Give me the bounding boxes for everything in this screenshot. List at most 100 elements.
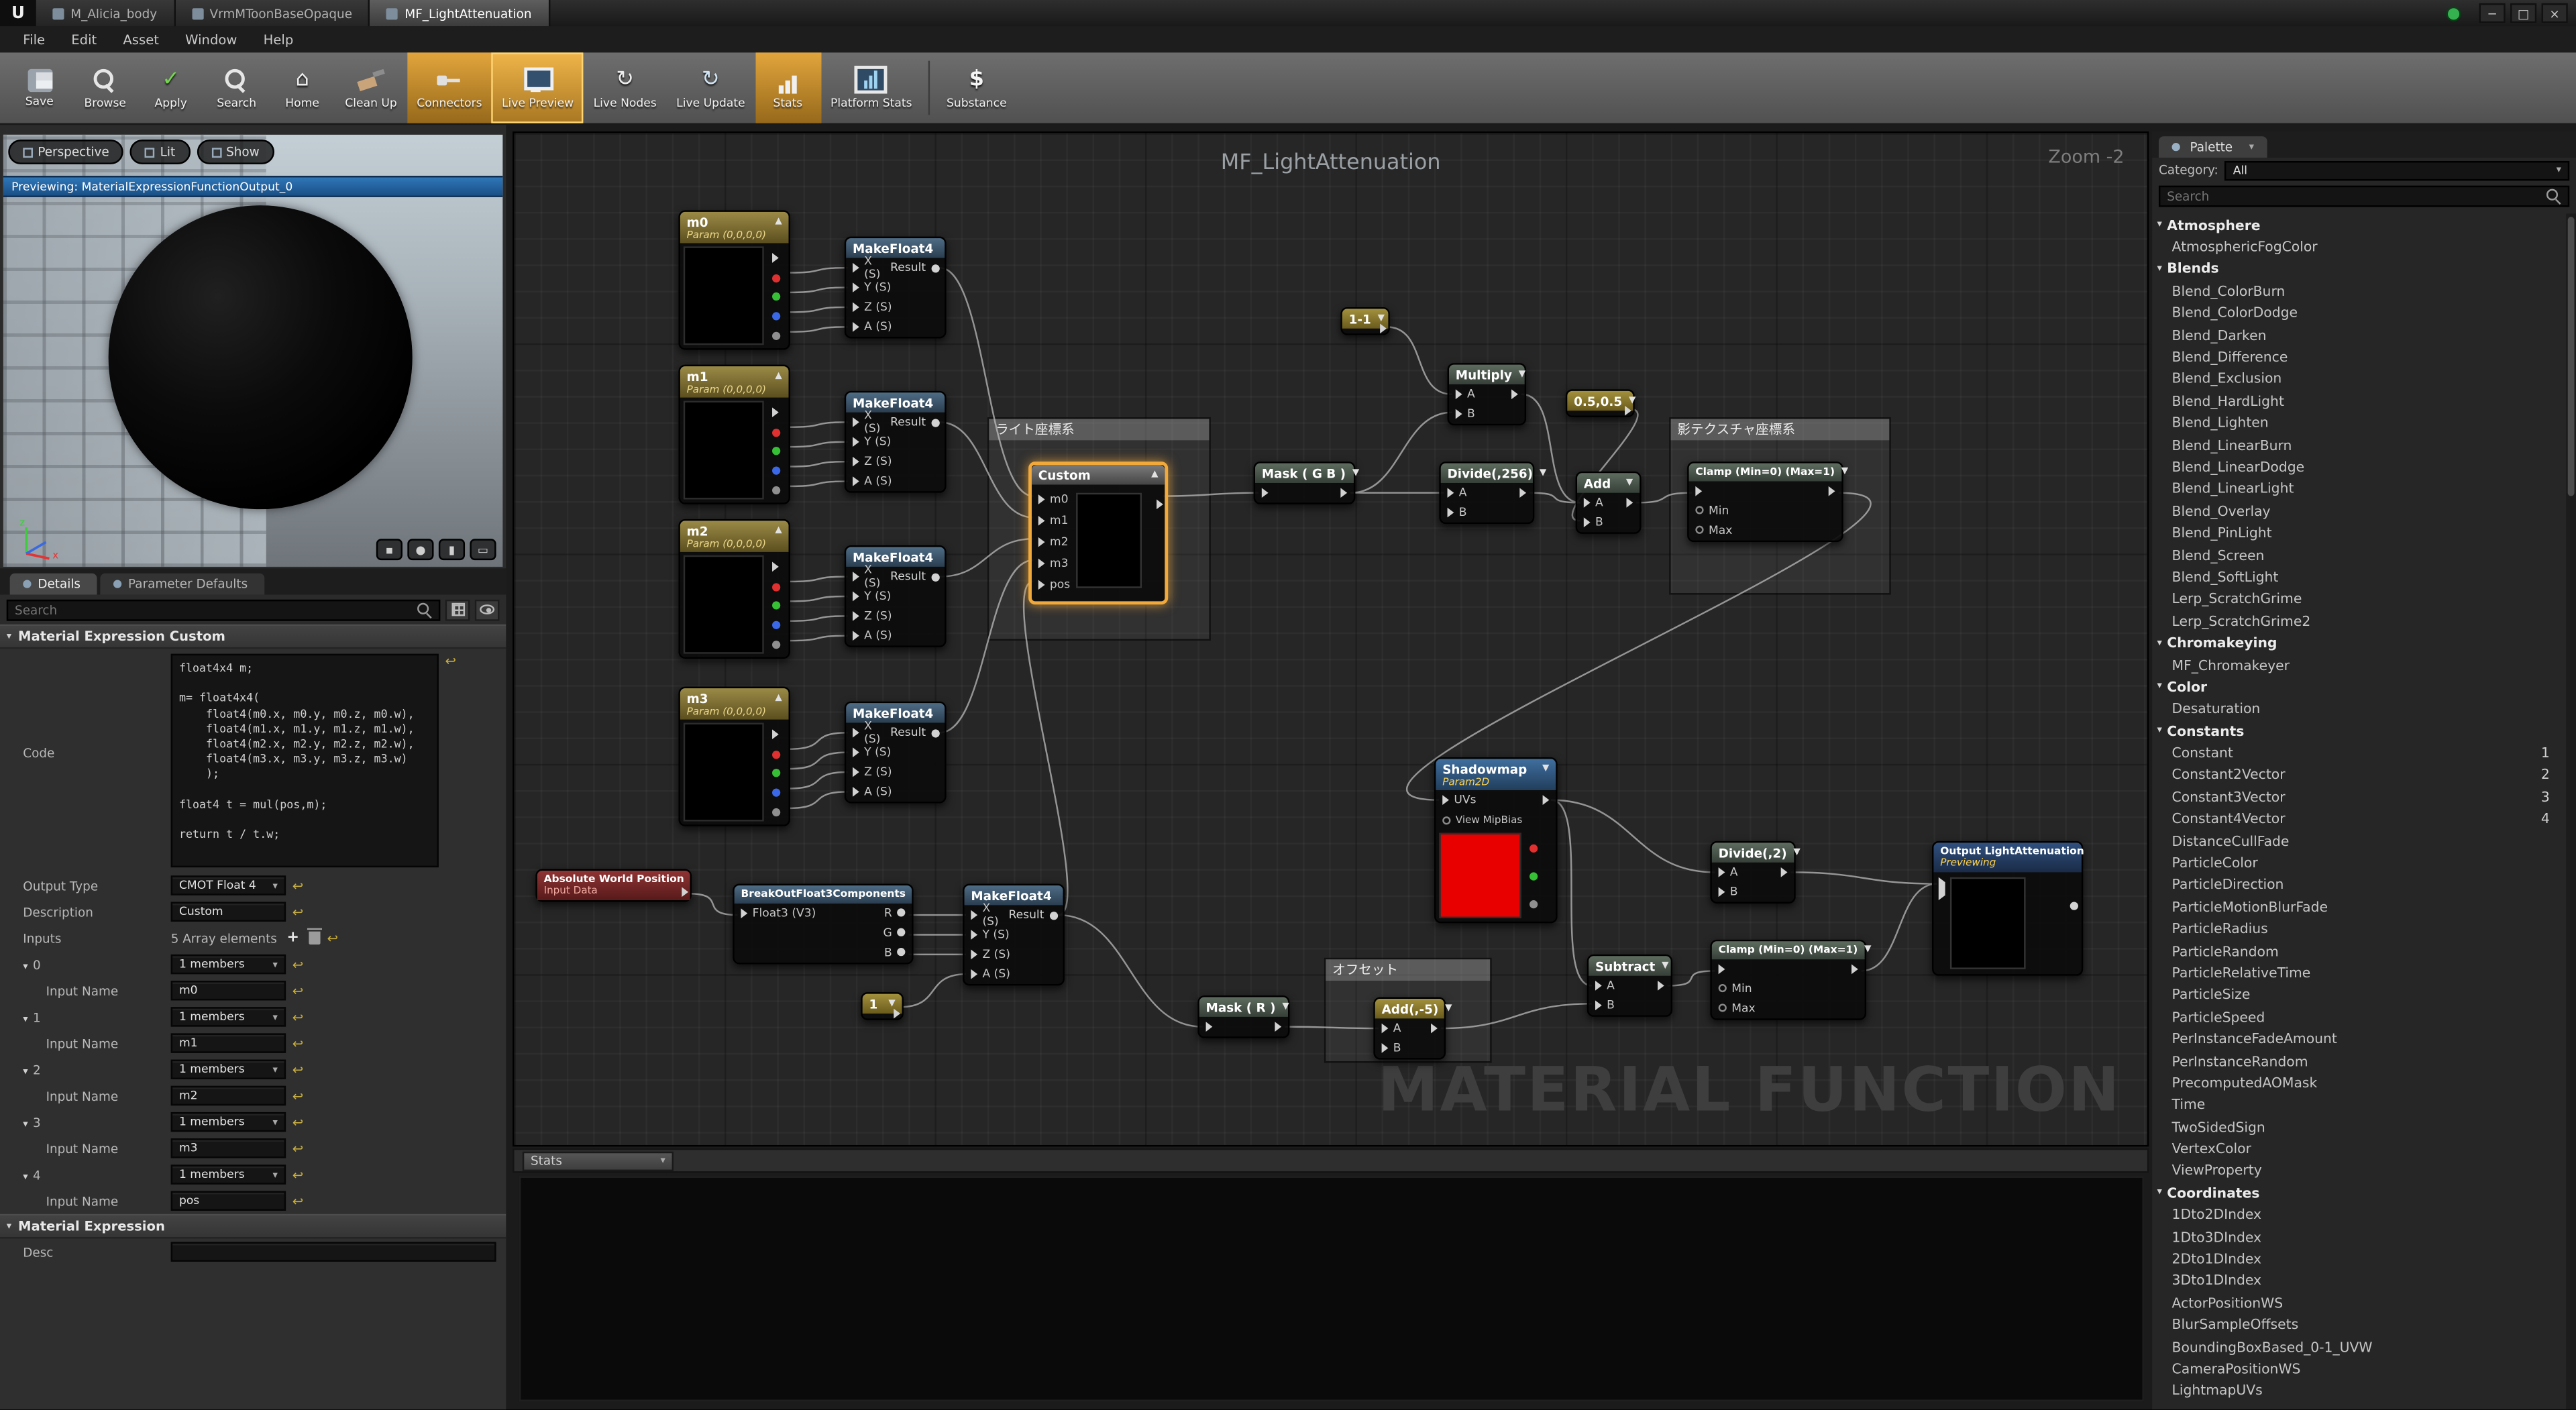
pin-icon[interactable] (1695, 486, 1702, 496)
viewport-perspective-button[interactable]: Perspective (8, 140, 124, 164)
pin-icon[interactable] (1625, 406, 1631, 416)
pin-icon[interactable] (971, 930, 977, 940)
toolbar-search-button[interactable]: Search (204, 52, 270, 123)
palette-item-particlerelativetime[interactable]: ParticleRelativeTime (2152, 961, 2566, 983)
pin-icon[interactable] (853, 787, 859, 797)
palette-group-atmosphere[interactable]: ▾Atmosphere (2152, 213, 2566, 235)
palette-item-perinstancefadeamount[interactable]: PerInstanceFadeAmount (2152, 1028, 2566, 1050)
toolbar-stats-button[interactable]: Stats (755, 52, 820, 123)
pin-icon[interactable] (1275, 1022, 1281, 1032)
pin-icon[interactable] (1719, 1004, 1727, 1012)
palette-item-blursampleoffsets[interactable]: BlurSampleOffsets (2152, 1313, 2566, 1336)
pin-icon[interactable] (1719, 867, 1725, 877)
pin-icon[interactable] (853, 457, 859, 467)
input-members-select[interactable]: 1 members▾ (171, 1112, 286, 1132)
toolbar-live-nodes-button[interactable]: ↻Live Nodes (584, 52, 667, 123)
node-divide-256[interactable]: Divide(,256)▼AB (1439, 462, 1534, 524)
palette-item-blend-softlight[interactable]: Blend_SoftLight (2152, 565, 2566, 588)
palette-item-blend-darken[interactable]: Blend_Darken (2152, 323, 2566, 345)
pin-icon[interactable] (853, 611, 859, 621)
cylinder-shape-button[interactable]: ▮ (439, 539, 465, 560)
revert-description-icon[interactable]: ↩ (292, 904, 303, 919)
toolbar-platform-stats-button[interactable]: Platform Stats (820, 52, 922, 123)
palette-item-particlemotionblurfade[interactable]: ParticleMotionBlurFade (2152, 896, 2566, 918)
pin-icon[interactable] (897, 908, 905, 916)
pin-icon[interactable] (682, 887, 688, 897)
palette-item-constant2vector[interactable]: Constant2Vector2 (2152, 763, 2566, 785)
palette-item-vertexcolor[interactable]: VertexColor (2152, 1138, 2566, 1160)
palette-item-viewproperty[interactable]: ViewProperty (2152, 1159, 2566, 1181)
tab-parameter-defaults[interactable]: Parameter Defaults (100, 574, 264, 595)
pin-icon[interactable] (771, 641, 780, 649)
palette-group-blends[interactable]: ▾Blends (2152, 258, 2566, 280)
pin-icon[interactable] (1719, 887, 1725, 897)
material-graph-canvas[interactable]: MF_LightAttenuation Zoom -2 ライト座標系影テクスチャ… (513, 131, 2149, 1146)
pin-icon[interactable] (853, 767, 859, 777)
viewport-show-button[interactable]: Show (197, 140, 274, 164)
pin-icon[interactable] (1529, 901, 1537, 909)
pin-icon[interactable] (1851, 963, 1858, 973)
revert-icon[interactable]: ↩ (292, 1167, 303, 1182)
toolbar-live-update-button[interactable]: ↻Live Update (666, 52, 755, 123)
toolbar-clean-up-button[interactable]: Clean Up (335, 52, 407, 123)
node-m3[interactable]: m3▲Param (0,0,0,0) (678, 687, 790, 827)
palette-item-blend-colordodge[interactable]: Blend_ColorDodge (2152, 302, 2566, 324)
pin-icon[interactable] (1584, 517, 1591, 527)
toolbar-connectors-button[interactable]: Connectors (407, 52, 492, 123)
palette-item-blend-exclusion[interactable]: Blend_Exclusion (2152, 368, 2566, 390)
toolbar-home-button[interactable]: ⌂Home (270, 52, 335, 123)
palette-item-particlecolor[interactable]: ParticleColor (2152, 851, 2566, 873)
pin-icon[interactable] (771, 750, 780, 758)
pin-icon[interactable] (853, 631, 859, 641)
pin-icon[interactable] (771, 582, 780, 590)
pin-icon[interactable] (1456, 389, 1462, 399)
pin-icon[interactable] (1829, 486, 1835, 496)
input-name-field[interactable]: m1 (171, 1033, 286, 1052)
pin-icon[interactable] (853, 322, 859, 332)
palette-item-constant3vector[interactable]: Constant3Vector3 (2152, 785, 2566, 808)
unreal-logo-icon[interactable]: U (0, 0, 36, 26)
preview-viewport[interactable]: PerspectiveLitShow Previewing: MaterialE… (3, 135, 502, 567)
pin-icon[interactable] (853, 263, 859, 273)
pin-icon[interactable] (1431, 1024, 1438, 1034)
node-multiply[interactable]: Multiply▼AB (1448, 363, 1527, 425)
palette-group-constants[interactable]: ▾Constants (2152, 720, 2566, 742)
toolbar-substance-button[interactable]: $Substance (936, 52, 1016, 123)
tab-stats[interactable]: Stats ▾ (523, 1151, 674, 1171)
revert-icon[interactable]: ↩ (292, 1088, 303, 1103)
section-material-expression[interactable]: ▾ Material Expression (0, 1214, 506, 1239)
pin-icon[interactable] (771, 769, 780, 777)
palette-item-3dto1dindex[interactable]: 3Dto1DIndex (2152, 1269, 2566, 1291)
pin-icon[interactable] (1038, 537, 1045, 547)
palette-item-particledirection[interactable]: ParticleDirection (2152, 873, 2566, 896)
tab-details[interactable]: Details (10, 574, 97, 595)
palette-item-mf-chromakeyer[interactable]: MF_Chromakeyer (2152, 653, 2566, 675)
description-field[interactable]: Custom (171, 902, 286, 921)
node-makefloat4[interactable]: MakeFloat4X (S)ResultY (S)Z (S)A (S) (845, 702, 947, 804)
pin-icon[interactable] (971, 910, 977, 920)
pin-icon[interactable] (1529, 872, 1537, 880)
pin-icon[interactable] (1584, 498, 1591, 508)
node-breakoutfloat3components[interactable]: BreakOutFloat3ComponentsFloat3 (V3)RGB (733, 884, 913, 964)
toolbar-browse-button[interactable]: Browse (72, 52, 138, 123)
pin-icon[interactable] (772, 407, 779, 417)
pin-icon[interactable] (930, 418, 938, 426)
pin-icon[interactable] (771, 274, 780, 282)
pin-icon[interactable] (1719, 984, 1727, 992)
pin-icon[interactable] (1448, 488, 1454, 498)
node-custom[interactable]: Custom▲m0m1m2m3pos (1028, 462, 1168, 604)
palette-item-atmosphericfogcolor[interactable]: AtmosphericFogColor (2152, 235, 2566, 258)
pin-icon[interactable] (771, 293, 780, 301)
node-add[interactable]: Add▼AB (1576, 472, 1642, 534)
palette-search-input[interactable] (2167, 188, 2541, 203)
palette-item-blend-pinlight[interactable]: Blend_PinLight (2152, 521, 2566, 543)
pin-icon[interactable] (1543, 796, 1550, 806)
palette-item-particleradius[interactable]: ParticleRadius (2152, 918, 2566, 940)
palette-item-blend-lineardodge[interactable]: Blend_LinearDodge (2152, 455, 2566, 478)
input-name-field[interactable]: m0 (171, 981, 286, 1000)
palette-item-lerp-scratchgrime2[interactable]: Lerp_ScratchGrime2 (2152, 610, 2566, 632)
pin-icon[interactable] (930, 572, 938, 580)
pin-icon[interactable] (1626, 498, 1633, 508)
toolbar-live-preview-button[interactable]: Live Preview (492, 52, 584, 123)
pin-icon[interactable] (1695, 526, 1703, 534)
